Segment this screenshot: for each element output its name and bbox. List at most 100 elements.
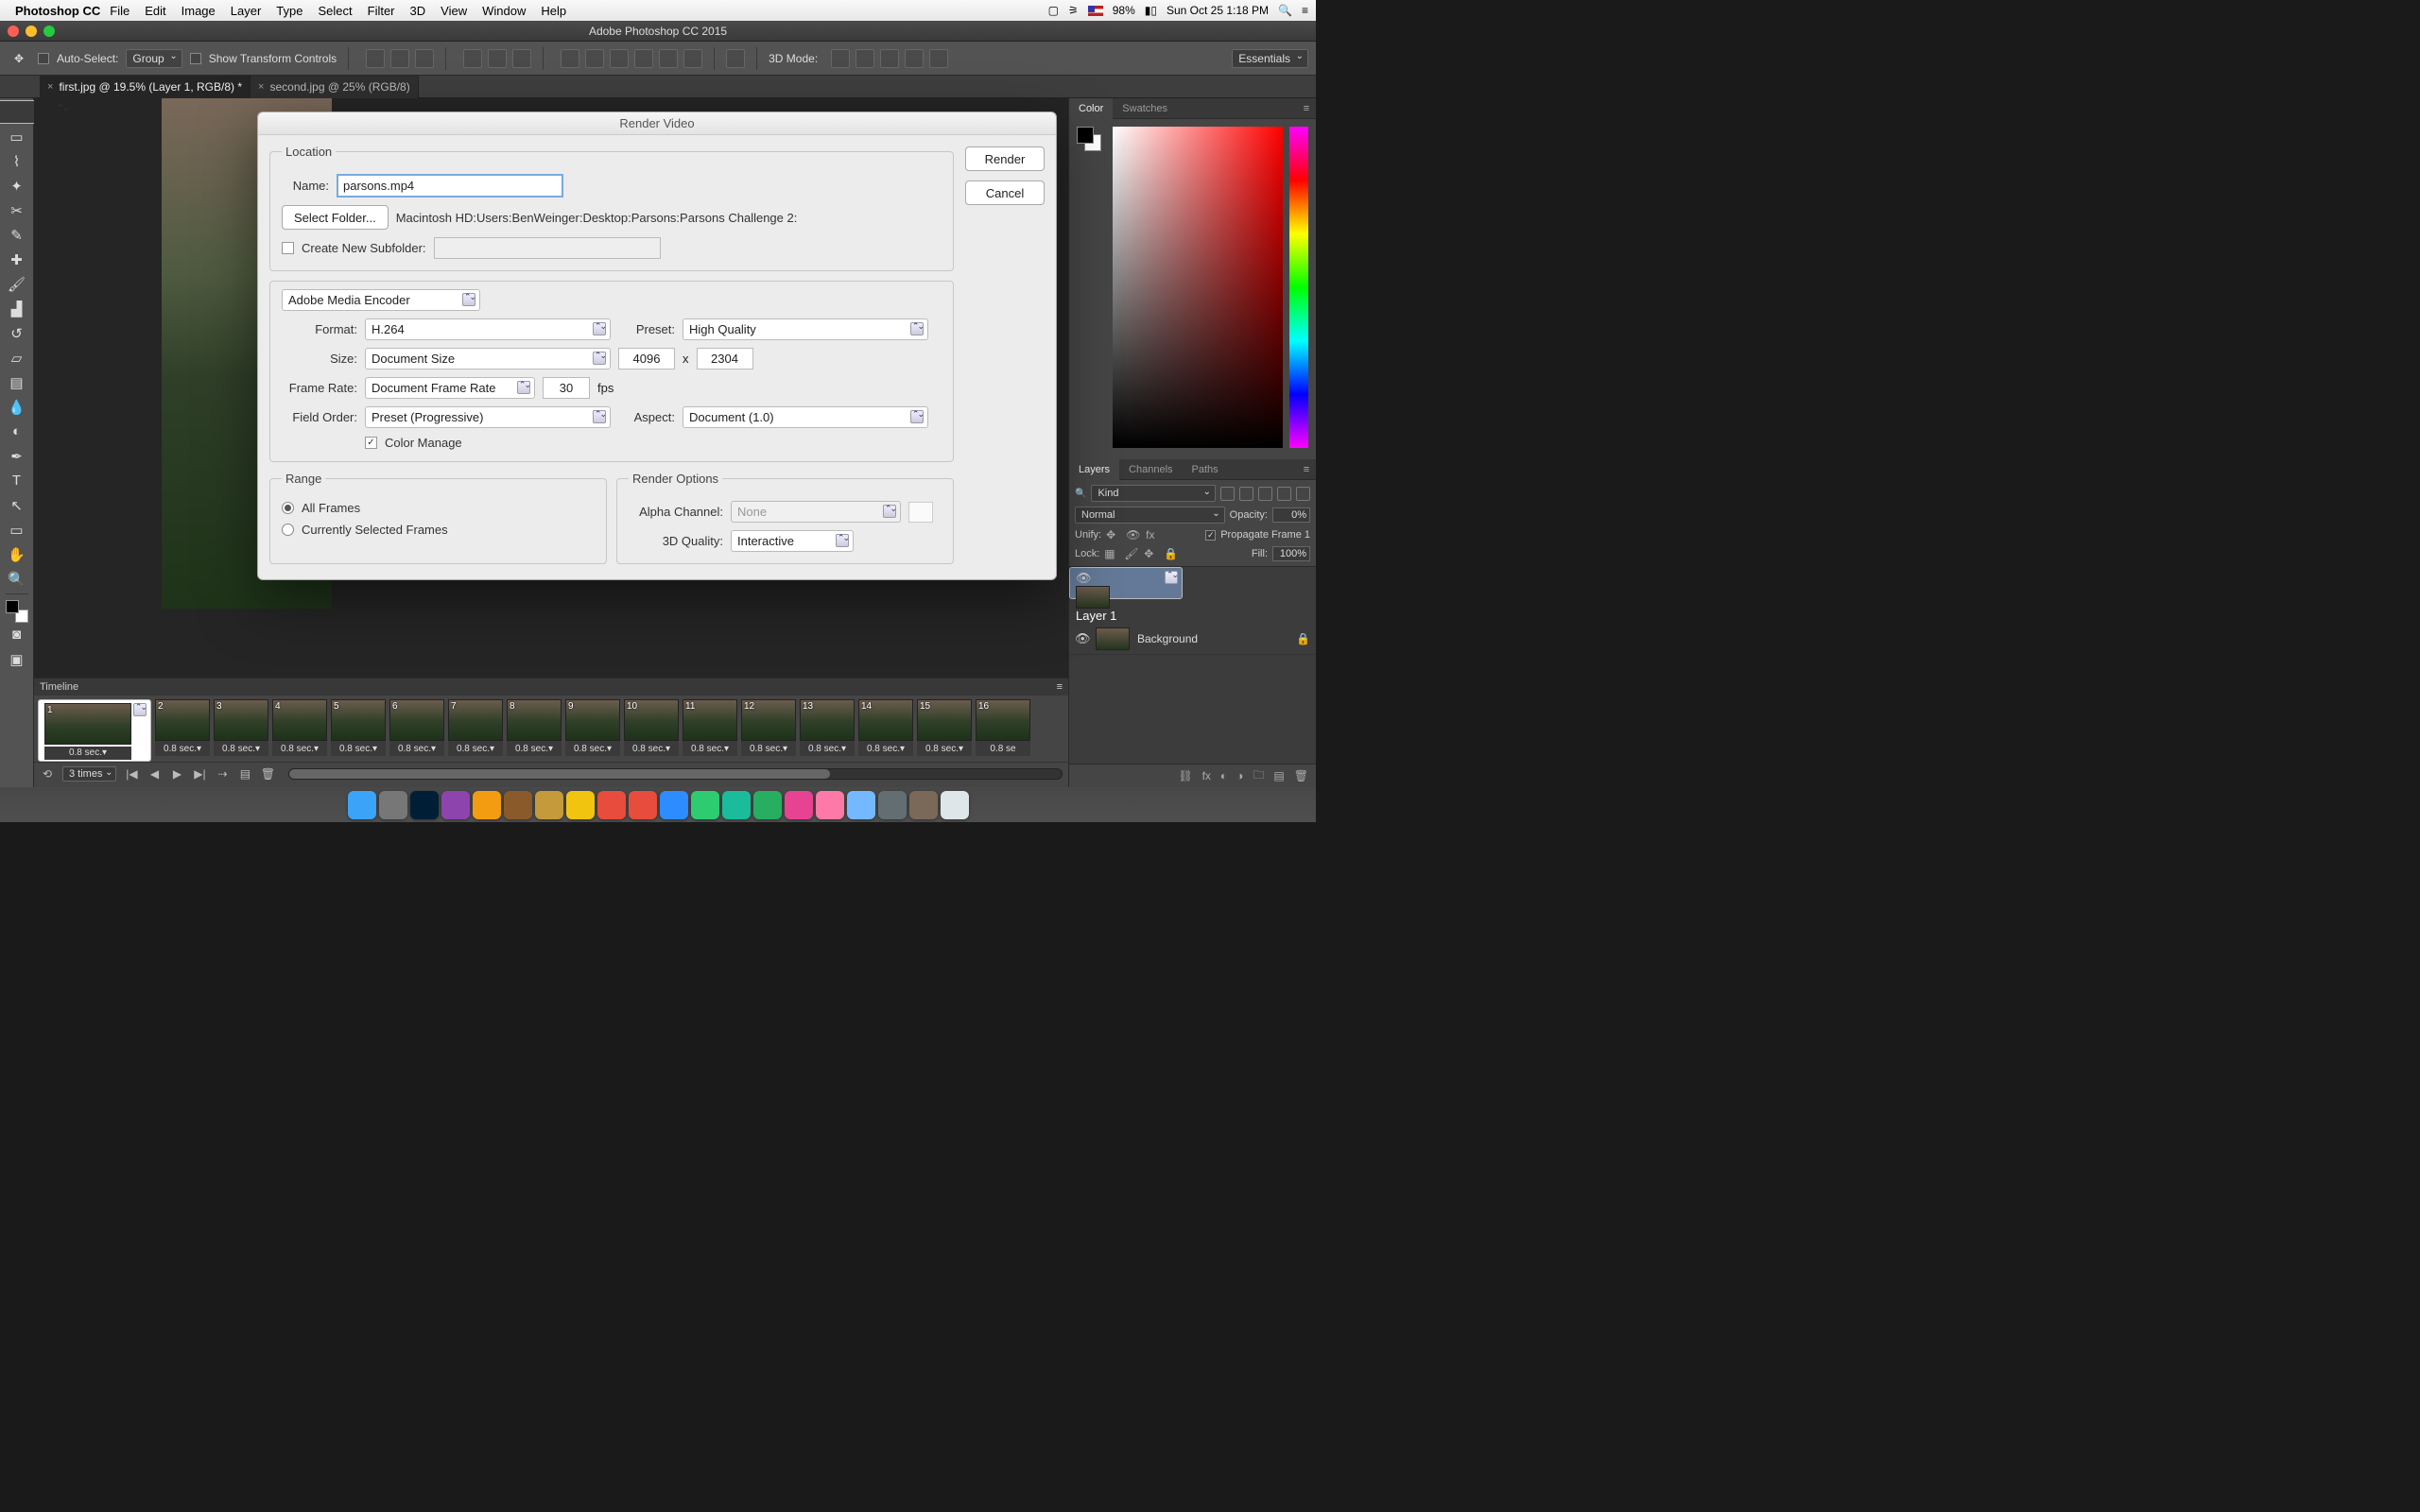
dodge-tool-icon[interactable]: ◐ [5,420,29,443]
blend-mode-dropdown[interactable]: Normal [1075,507,1225,524]
app-name[interactable]: Photoshop CC [15,4,100,18]
wifi-icon[interactable]: ⚞ [1068,4,1079,17]
clock[interactable]: Sun Oct 25 1:18 PM [1167,4,1269,17]
delete-layer-icon[interactable]: 🗑 [1294,769,1308,782]
menu-image[interactable]: Image [182,4,216,18]
delete-frame-icon[interactable]: 🗑 [260,767,275,781]
select-folder-button[interactable]: Select Folder... [282,205,389,230]
3d-icon[interactable] [929,49,948,68]
create-subfolder-checkbox[interactable] [282,242,294,254]
filter-icon[interactable] [1277,487,1291,501]
new-layer-icon[interactable]: ▤ [1273,769,1284,782]
unify-position-icon[interactable]: ✥ [1106,528,1121,541]
document-tab[interactable]: × first.jpg @ 19.5% (Layer 1, RGB/8) * [40,76,251,98]
visibility-icon[interactable]: 👁 [1075,631,1088,646]
filter-icon[interactable] [1258,487,1272,501]
close-window-button[interactable] [8,26,19,37]
timeline-frame[interactable]: 120.8 sec.▾ [741,699,796,762]
close-tab-icon[interactable]: × [258,81,264,93]
menu-filter[interactable]: Filter [368,4,395,18]
layer-thumbnail[interactable] [1096,627,1130,650]
3d-icon[interactable] [831,49,850,68]
opacity-field[interactable]: 0% [1272,507,1310,523]
timeline-frame[interactable]: 10.8 sec.▾ [38,699,151,762]
zoom-window-button[interactable] [43,26,55,37]
minimize-window-button[interactable] [26,26,37,37]
next-frame-icon[interactable]: ▶| [192,767,207,781]
timeline-frame[interactable]: 160.8 se [976,699,1030,762]
move-tool-icon[interactable]: ✥ [8,47,30,70]
color-manage-checkbox[interactable]: ✓ [365,437,377,449]
dock-app-icon[interactable] [847,791,875,819]
timeline-frame[interactable]: 80.8 sec.▾ [507,699,562,762]
shape-tool-icon[interactable]: ▭ [5,518,29,541]
timeline-frame[interactable]: 60.8 sec.▾ [389,699,444,762]
filter-icon[interactable] [1239,487,1253,501]
dock-app-icon[interactable] [504,791,532,819]
lock-position-icon[interactable]: ✥ [1144,547,1159,560]
menu-help[interactable]: Help [541,4,566,18]
lock-paint-icon[interactable]: 🖌 [1124,547,1139,560]
dock-app-icon[interactable] [691,791,719,819]
hand-tool-icon[interactable]: ✋ [5,542,29,566]
tab-swatches[interactable]: Swatches [1113,98,1177,119]
layer-thumbnail[interactable] [1076,586,1110,609]
dock-app-icon[interactable] [566,791,595,819]
spotlight-icon[interactable]: 🔍 [1278,4,1292,17]
dock-app-icon[interactable] [629,791,657,819]
visibility-icon[interactable]: 👁 [1076,571,1092,585]
dock-app-icon[interactable] [878,791,907,819]
panel-menu-icon[interactable]: ≡ [1297,103,1316,114]
lock-all-icon[interactable]: 🔒 [1164,547,1179,560]
timeline-frame[interactable]: 90.8 sec.▾ [565,699,620,762]
brush-tool-icon[interactable]: 🖌 [5,272,29,296]
distribute-icon[interactable] [585,49,604,68]
filter-icon[interactable] [1296,487,1310,501]
stamp-tool-icon[interactable]: ▟ [5,297,29,320]
duplicate-frame-icon[interactable]: ▤ [237,767,252,781]
panel-menu-icon[interactable]: ≡ [1057,681,1063,693]
timeline-frame[interactable]: 140.8 sec.▾ [858,699,913,762]
foreground-background-colors[interactable] [6,600,28,623]
width-field[interactable] [618,348,675,369]
adjustment-icon[interactable]: ◑ [1236,769,1243,782]
dock-app-icon[interactable] [909,791,938,819]
dock-app-icon[interactable] [379,791,407,819]
tab-paths[interactable]: Paths [1183,459,1228,480]
align-icon[interactable] [415,49,434,68]
3d-icon[interactable] [905,49,924,68]
battery-icon[interactable]: ▮▯ [1145,4,1157,17]
layer-name[interactable]: Layer 1 [1076,609,1116,623]
loop-dropdown[interactable]: 3 times [62,766,116,782]
type-tool-icon[interactable]: T [5,469,29,492]
unify-style-icon[interactable]: fx [1146,528,1161,541]
marquee-tool-icon[interactable]: ▭ [5,125,29,148]
preset-dropdown[interactable]: High Quality [683,318,928,340]
framerate-field[interactable] [543,377,590,399]
menu-select[interactable]: Select [318,4,352,18]
heal-tool-icon[interactable]: ✚ [5,248,29,271]
dock-app-icon[interactable] [348,791,376,819]
size-dropdown[interactable]: Document Size [365,348,611,369]
3d-icon[interactable] [880,49,899,68]
crop-tool-icon[interactable]: ✂ [5,198,29,222]
timeline-frame[interactable]: 50.8 sec.▾ [331,699,386,762]
timeline-frame[interactable]: 100.8 sec.▾ [624,699,679,762]
menu-file[interactable]: File [110,4,130,18]
aspect-dropdown[interactable]: Document (1.0) [683,406,928,428]
menu-type[interactable]: Type [276,4,302,18]
color-field[interactable] [1113,127,1283,448]
close-tab-icon[interactable]: × [47,81,53,93]
prev-frame-icon[interactable]: ◀ [147,767,162,781]
quickmask-icon[interactable]: ◙ [5,623,29,646]
fill-field[interactable]: 100% [1272,546,1310,561]
name-field[interactable] [337,174,563,198]
mask-icon[interactable]: ◐ [1220,769,1227,782]
align-icon[interactable] [390,49,409,68]
distribute-icon[interactable] [634,49,653,68]
all-frames-radio[interactable] [282,502,294,514]
timeline-scrollbar[interactable] [288,768,1063,780]
encoder-dropdown[interactable]: Adobe Media Encoder [282,289,480,311]
tab-channels[interactable]: Channels [1119,459,1182,480]
hue-slider[interactable] [1289,127,1308,448]
